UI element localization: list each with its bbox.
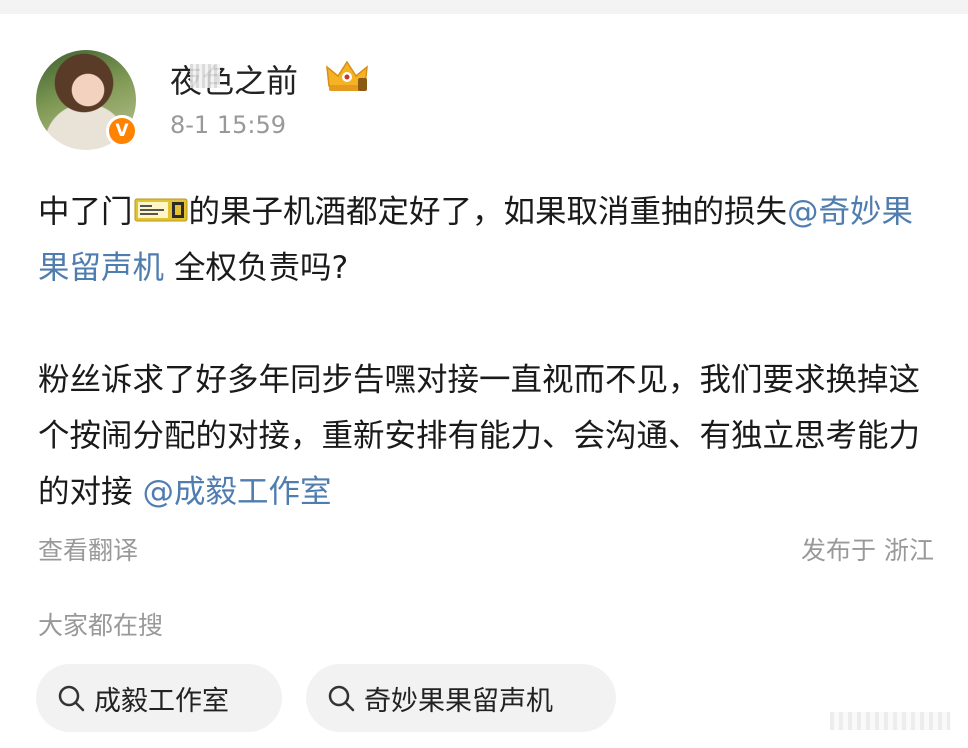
paragraph-1: 中了门 的果子机酒都定好了，如果取消重抽的损失@奇妙果果留声机 全权负责吗? <box>38 184 938 296</box>
search-chip-label: 成毅工作室 <box>94 685 229 717</box>
post-timestamp: 8-1 15:59 <box>170 111 286 139</box>
watermark-blur <box>830 712 950 730</box>
post-content: 中了门 的果子机酒都定好了，如果取消重抽的损失@奇妙果果留声机 全权负责吗? 粉丝… <box>38 184 938 520</box>
trending-search-heading: 大家都在搜 <box>38 611 164 640</box>
post-location: 发布于 浙江 <box>801 536 934 565</box>
translate-link[interactable]: 查看翻译 <box>38 531 138 567</box>
paragraph-2: 粉丝诉求了好多年同步告嘿对接一直视而不见，我们要求换掉这个按闹分配的对接，重新安… <box>38 352 938 520</box>
content-text: 中了门 <box>38 194 133 230</box>
search-chip[interactable]: 奇妙果果留声机 <box>306 664 616 732</box>
verified-badge-icon: V <box>106 115 138 147</box>
search-icon <box>58 685 85 712</box>
crown-icon <box>326 60 368 91</box>
mention-link[interactable]: @成毅工作室 <box>143 474 332 510</box>
ticket-emoji-icon <box>134 198 188 222</box>
top-divider <box>0 0 968 14</box>
content-text: 的果子机酒都定好了，如果取消重抽的损失 <box>188 194 788 230</box>
redaction-blur <box>190 64 220 88</box>
search-chip[interactable]: 成毅工作室 <box>36 664 282 732</box>
content-text: 全权负责吗? <box>164 250 349 286</box>
search-icon <box>328 685 355 712</box>
search-chip-label: 奇妙果果留声机 <box>364 685 553 717</box>
